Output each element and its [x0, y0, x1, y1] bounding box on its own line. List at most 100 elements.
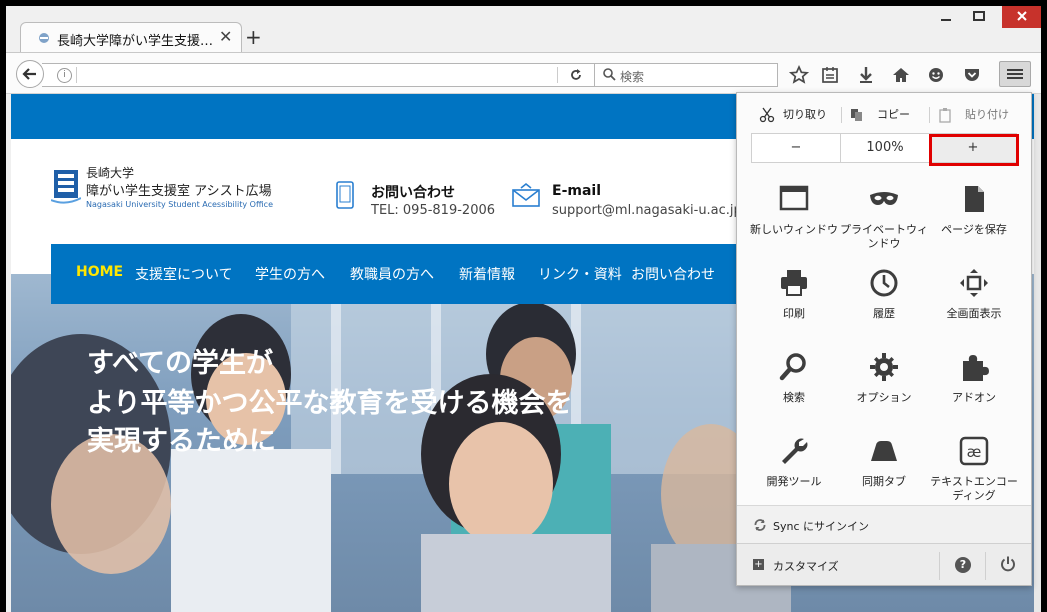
addons-button[interactable]: アドオン [927, 351, 1021, 411]
mail-icon [512, 182, 540, 207]
find-button[interactable]: 検索 [747, 351, 841, 411]
search-icon [603, 68, 616, 81]
footer-separator [985, 552, 986, 580]
synced-tabs-icon [871, 441, 897, 461]
nav-contact[interactable]: お問い合わせ [631, 264, 715, 284]
download-icon[interactable] [854, 63, 878, 87]
fullscreen-label: 全画面表示 [946, 307, 1002, 320]
save-page-icon [965, 186, 984, 212]
customize-button[interactable]: + カスタマイズ [737, 544, 937, 585]
gear-icon [870, 353, 898, 381]
copy-button[interactable]: コピー [877, 103, 910, 127]
logo-office-name: 障がい学生支援室 アシスト広場 [86, 184, 272, 199]
magnifier-icon [779, 353, 806, 381]
site-favicon-icon [39, 33, 49, 43]
pocket-icon[interactable] [960, 63, 984, 87]
contact-phone-title: お問い合わせ [371, 185, 455, 201]
sync-signin-label: Sync にサインイン [773, 520, 870, 533]
help-icon[interactable]: ? [955, 557, 971, 573]
tab-active[interactable]: 長崎大学障がい学生支援… ✕ [20, 22, 242, 52]
zoom-reset-button[interactable]: 100% [841, 134, 929, 162]
puzzle-piece-icon [963, 355, 989, 381]
nav-news[interactable]: 新着情報 [459, 264, 515, 284]
tab-strip: 長崎大学障がい学生支援… ✕ + [6, 6, 1041, 52]
svg-text:æ: æ [967, 443, 982, 461]
edit-separator [929, 107, 930, 123]
navigation-toolbar: i 検索 [6, 52, 1041, 94]
power-quit-icon[interactable] [999, 555, 1017, 573]
options-button[interactable]: オプション [837, 351, 931, 411]
new-window-button[interactable]: 新しいウィンドウ [747, 183, 841, 243]
new-window-icon [779, 185, 809, 211]
contact-email-address[interactable]: support@ml.nagasaki-u.ac.jp [552, 203, 742, 218]
hamburger-icon-line-1 [1007, 69, 1023, 71]
history-button[interactable]: 履歴 [837, 267, 931, 327]
home-icon[interactable] [889, 63, 913, 87]
wrench-icon [782, 438, 808, 464]
logo-english-name: Nagasaki University Student Acessibility… [86, 200, 273, 209]
fullscreen-icon [960, 269, 988, 297]
developer-tools-button[interactable]: 開発ツール [747, 435, 841, 501]
fullscreen-button[interactable]: 全画面表示 [927, 267, 1021, 327]
nav-about[interactable]: 支援室について [135, 264, 233, 284]
cut-button[interactable]: 切り取り [783, 103, 827, 127]
hello-chat-icon[interactable] [924, 63, 948, 87]
nav-students[interactable]: 学生の方へ [255, 264, 325, 284]
paste-icon [939, 108, 951, 123]
maximize-icon [973, 11, 985, 21]
hero-headline-2: より平等かつ公平な教育を受ける機会を [87, 388, 573, 419]
copy-icon [851, 109, 862, 121]
window-maximize-button[interactable] [968, 6, 990, 28]
url-separator [76, 67, 77, 83]
print-label: 印刷 [783, 307, 805, 320]
bookmark-star-icon[interactable] [787, 63, 811, 87]
window-close-button[interactable] [1002, 6, 1041, 28]
nav-home[interactable]: HOME [76, 264, 123, 280]
search-bar[interactable]: 検索 [594, 63, 778, 87]
menu-footer: + カスタマイズ ? [737, 543, 1031, 585]
save-page-button[interactable]: ページを保存 [927, 183, 1021, 243]
save-page-label: ページを保存 [941, 223, 1007, 236]
synced-tabs-button[interactable]: 同期タブ [837, 435, 931, 501]
contact-phone-number: TEL: 095-819-2006 [371, 203, 496, 218]
page-scrollbar[interactable] [1034, 94, 1041, 612]
close-icon [1017, 11, 1027, 21]
nav-staff[interactable]: 教職員の方へ [350, 264, 434, 284]
nav-links[interactable]: リンク・資料 [538, 264, 622, 284]
window-minimize-button[interactable] [935, 6, 957, 28]
reload-icon[interactable] [569, 68, 583, 82]
bookmarks-list-icon[interactable] [818, 63, 842, 87]
info-icon[interactable]: i [57, 68, 72, 83]
hamburger-icon-line-2 [1007, 73, 1023, 75]
customize-plus-icon: + [753, 559, 764, 570]
text-encoding-icon: æ [959, 436, 989, 466]
back-button[interactable] [16, 60, 44, 88]
synced-tabs-label: 同期タブ [862, 475, 906, 488]
customize-label: カスタマイズ [773, 560, 839, 573]
new-tab-button[interactable]: + [245, 27, 262, 47]
sync-icon [754, 519, 766, 531]
sync-signin-button[interactable]: Sync にサインイン [737, 505, 1031, 543]
text-encoding-button[interactable]: æ テキストエンコーディング [927, 435, 1021, 502]
print-button[interactable]: 印刷 [747, 267, 841, 327]
open-menu-button[interactable] [999, 61, 1031, 87]
tab-close-icon[interactable]: ✕ [219, 27, 232, 46]
cut-icon [759, 107, 775, 123]
edit-controls: 切り取り コピー 貼り付け [737, 103, 1031, 127]
browser-window: 長崎大学障がい学生支援… ✕ + i 検索 長崎大学 障がい学生支援室 アシスト… [6, 6, 1041, 612]
history-label: 履歴 [873, 307, 895, 320]
private-window-button[interactable]: プライベートウィンドウ [837, 183, 931, 250]
university-logo-icon [51, 170, 81, 204]
logo-university-name: 長崎大学 [86, 166, 135, 180]
zoom-out-button[interactable]: − [752, 134, 840, 162]
zoom-in-highlight-box [929, 134, 1019, 166]
url-bar[interactable]: i [42, 63, 595, 87]
text-encoding-label: テキストエンコーディング [930, 475, 1018, 502]
contact-email-title: E-mail [552, 183, 602, 199]
developer-tools-label: 開発ツール [766, 475, 822, 488]
private-window-label: プライベートウィンドウ [840, 223, 928, 250]
paste-button[interactable]: 貼り付け [965, 103, 1009, 127]
url-separator-end [557, 67, 558, 83]
hamburger-icon-line-3 [1007, 77, 1023, 79]
hero-headline-3: 実現するために [87, 426, 276, 457]
